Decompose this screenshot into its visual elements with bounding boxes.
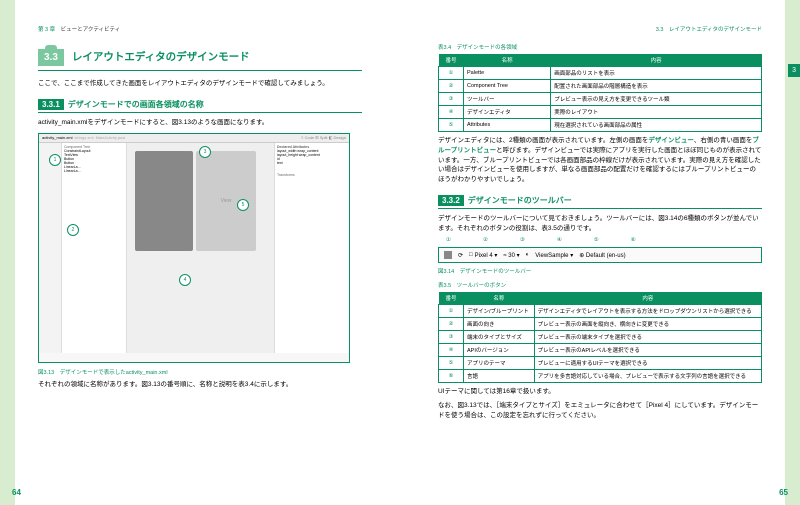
table-34: 番号名称内容 ①Palette画面部品のリストを表示 ②Component Tr…	[438, 54, 762, 132]
page-right: 3.3 レイアウトエディタのデザインモード 3 表3.4 デザインモードの各領域…	[400, 0, 800, 505]
ss-design-view	[135, 151, 193, 251]
page-header: 第 3 章 ビューとアクティビティ	[38, 25, 362, 33]
section-title-text: レイアウトエディタのデザインモード	[72, 49, 250, 64]
orientation-icon: ⟳	[458, 252, 463, 259]
ss-design-editor: View	[127, 143, 274, 353]
p-331-1: activity_main.xmlをデザインモードにすると、図3.13のような画…	[38, 118, 362, 128]
section-title: 3.3 レイアウトエディタのデザインモード	[38, 43, 362, 71]
p-331-2: それぞれの領域に名称があります。図3.13の番号順に、名称と説明を表3.4に示し…	[38, 380, 362, 390]
table-35-caption: 表3.5 ツールバーのボタン	[438, 281, 762, 289]
p-design-editor: デザインエディタには、2種類の画面が表示されています。左側の画面をデザインビュー…	[438, 136, 762, 185]
ss-component-tree: Component Tree ConstraintLayout TextView…	[62, 143, 127, 353]
page-left: 第 3 章 ビューとアクティビティ 3.3 レイアウトエディタのデザインモード …	[0, 0, 400, 505]
viewsample-select: ViewSample ▾	[535, 252, 573, 259]
p-ui-theme: UIテーマに関しては第16章で扱います。	[438, 387, 762, 397]
fig-314-caption: 図3.14 デザインモードのツールバー	[438, 267, 762, 275]
screenshot-layout-editor: activity_main.xml strings.xml MainActivi…	[38, 133, 350, 363]
design-mode-icon	[444, 251, 452, 259]
subsection-331: 3.3.1デザインモードでの画面各領域の名称	[38, 97, 362, 113]
api-select: ≈ 30 ▾	[503, 252, 519, 259]
chapter-title: ビューとアクティビティ	[61, 27, 121, 33]
device-select: □ Pixel 4 ▾	[469, 252, 497, 259]
p-note: なお、図3.13では、［端末タイプとサイズ］をエミュレータに合わせて［Pixel…	[438, 401, 762, 421]
section-intro: ここで、ここまで作成してきた画面をレイアウトエディタのデザインモードで確認してみ…	[38, 79, 362, 89]
fig-313-caption: 図3.13 デザインモードで表示したactivity_main.xml	[38, 368, 362, 376]
page-number-left: 64	[12, 488, 21, 497]
p-332-1: デザインモードのツールバーについて見ておきましょう。ツールバーには、図3.14の…	[438, 214, 762, 234]
ss-attributes: Declared Attributes layout_width wrap_co…	[274, 143, 349, 353]
page-number-right: 65	[779, 488, 788, 497]
table-34-caption: 表3.4 デザインモードの各領域	[438, 43, 762, 51]
table-35: 番号名称内容 ①デザイン/ブループリントデザインエディタでレイアウトを表示する方…	[438, 292, 762, 383]
ss-tabs: activity_main.xml strings.xml MainActivi…	[39, 134, 349, 143]
section-num-badge: 3.3	[38, 49, 64, 66]
chapter-num: 第 3 章	[38, 27, 55, 33]
theme-icon: ◐	[526, 252, 530, 258]
toolbar-numbers: ①②③④⑤⑥	[446, 237, 762, 243]
page-header-r: 3.3 レイアウトエディタのデザインモード	[438, 25, 762, 33]
ss-palette	[39, 143, 62, 353]
subsection-332: 3.3.2デザインモードのツールバー	[438, 193, 762, 209]
locale-select: ⊕ Default (en-us)	[579, 252, 625, 259]
chapter-tab: 3	[788, 64, 800, 77]
toolbar-screenshot: ⟳ □ Pixel 4 ▾ ≈ 30 ▾ ◐ ViewSample ▾ ⊕ De…	[438, 247, 762, 263]
